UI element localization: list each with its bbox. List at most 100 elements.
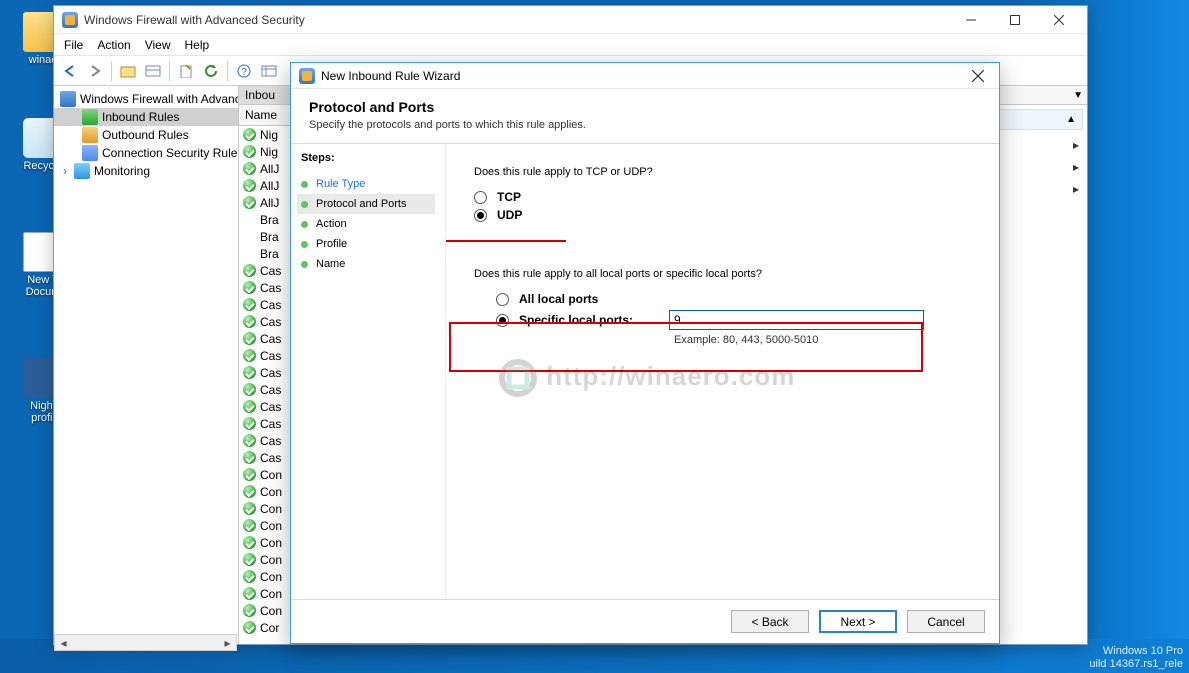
list-tab: Inbou [239, 86, 293, 105]
step-rule-type[interactable]: Rule Type [301, 174, 435, 194]
enabled-icon [243, 298, 256, 311]
list-item[interactable]: Con [239, 483, 293, 500]
enabled-icon [243, 162, 256, 175]
enabled-icon [243, 281, 256, 294]
enabled-icon [243, 451, 256, 464]
menu-file[interactable]: File [64, 38, 83, 52]
next-button[interactable]: Next > [819, 610, 897, 633]
tree-root[interactable]: Windows Firewall with Advance [54, 90, 238, 108]
question-protocol: Does this rule apply to TCP or UDP? [474, 166, 971, 178]
nav-back-button[interactable] [58, 59, 82, 83]
firewall-icon [299, 68, 315, 84]
wizard-steps: Steps: Rule Type Protocol and Ports Acti… [291, 144, 446, 599]
list-item[interactable]: Bra [239, 228, 293, 245]
titlebar[interactable]: Windows Firewall with Advanced Security [54, 6, 1087, 34]
menu-action[interactable]: Action [97, 38, 130, 52]
list-item[interactable]: Nig [239, 143, 293, 160]
list-item[interactable]: Con [239, 500, 293, 517]
column-name[interactable]: Name [239, 105, 293, 126]
tree-monitoring[interactable]: › Monitoring [54, 162, 238, 180]
tree-outbound[interactable]: Outbound Rules [54, 126, 238, 144]
step-protocol-ports[interactable]: Protocol and Ports [297, 194, 435, 214]
step-profile[interactable]: Profile [301, 234, 435, 254]
list-item[interactable]: Cas [239, 330, 293, 347]
enabled-icon [243, 128, 256, 141]
wizard-title: New Inbound Rule Wizard [321, 69, 963, 83]
properties-icon[interactable] [116, 59, 140, 83]
menu-view[interactable]: View [145, 38, 171, 52]
list-item[interactable]: Cas [239, 296, 293, 313]
list-item[interactable]: Bra [239, 211, 293, 228]
list-item[interactable]: AllJ [239, 160, 293, 177]
new-rule-icon[interactable] [257, 59, 281, 83]
blank-icon [243, 230, 256, 243]
list-item[interactable]: Con [239, 534, 293, 551]
enabled-icon [243, 604, 256, 617]
nav-tree: Windows Firewall with Advance Inbound Ru… [54, 86, 239, 644]
close-button[interactable] [1037, 7, 1081, 33]
list-item[interactable]: Con [239, 517, 293, 534]
tree-scrollbar[interactable]: ◂ ▸ [54, 634, 237, 651]
list-item[interactable]: Cas [239, 262, 293, 279]
enabled-icon [243, 196, 256, 209]
enabled-icon [243, 332, 256, 345]
menu-help[interactable]: Help [185, 38, 210, 52]
export-icon[interactable] [174, 59, 198, 83]
list-item[interactable]: Cas [239, 398, 293, 415]
tree-inbound[interactable]: Inbound Rules [54, 108, 238, 126]
connection-security-icon [82, 145, 98, 161]
scroll-left-icon[interactable]: ◂ [55, 635, 72, 650]
radio-udp[interactable]: UDP [474, 208, 971, 222]
list-item[interactable]: Cas [239, 449, 293, 466]
list-item[interactable]: Cas [239, 364, 293, 381]
enabled-icon [243, 349, 256, 362]
radio-all-ports[interactable]: All local ports [496, 292, 971, 306]
list-item[interactable]: Con [239, 466, 293, 483]
filter-icon[interactable] [141, 59, 165, 83]
enabled-icon [243, 587, 256, 600]
list-item[interactable]: AllJ [239, 194, 293, 211]
step-action[interactable]: Action [301, 214, 435, 234]
expand-toggle-icon[interactable]: › [60, 164, 70, 178]
enabled-icon [243, 621, 256, 634]
list-item[interactable]: Con [239, 602, 293, 619]
refresh-icon[interactable] [199, 59, 223, 83]
back-button[interactable]: < Back [731, 610, 809, 633]
maximize-button[interactable] [993, 7, 1037, 33]
wizard-close-button[interactable] [963, 64, 993, 88]
list-item[interactable]: Cas [239, 432, 293, 449]
list-item[interactable]: Cas [239, 381, 293, 398]
enabled-icon [243, 502, 256, 515]
wizard-subheading: Specify the protocols and ports to which… [309, 119, 981, 131]
radio-tcp[interactable]: TCP [474, 190, 971, 204]
actions-dropdown-icon[interactable]: ▼ [1073, 90, 1083, 101]
list-item[interactable]: Cor [239, 619, 293, 636]
list-item[interactable]: Cas [239, 279, 293, 296]
chevron-up-icon: ▲ [1066, 114, 1076, 125]
list-item[interactable]: AllJ [239, 177, 293, 194]
minimize-button[interactable] [949, 7, 993, 33]
list-item[interactable]: Cas [239, 415, 293, 432]
step-name[interactable]: Name [301, 254, 435, 274]
wizard-header: Protocol and Ports Specify the protocols… [291, 89, 999, 143]
enabled-icon [243, 570, 256, 583]
nav-fwd-button[interactable] [83, 59, 107, 83]
list-item[interactable]: Bra [239, 245, 293, 262]
list-item[interactable]: Con [239, 551, 293, 568]
scroll-right-icon[interactable]: ▸ [219, 635, 236, 650]
list-item[interactable]: Cas [239, 313, 293, 330]
chevron-right-icon: ▸ [1073, 182, 1079, 196]
step-dot-icon [301, 221, 308, 228]
rules-list: Inbou Name NigNigAllJAllJAllJBraBraBraCa… [239, 86, 294, 644]
list-item[interactable]: Nig [239, 126, 293, 143]
wizard-titlebar[interactable]: New Inbound Rule Wizard [291, 63, 999, 89]
help-icon[interactable]: ? [232, 59, 256, 83]
cancel-button[interactable]: Cancel [907, 610, 985, 633]
chevron-right-icon: ▸ [1073, 138, 1079, 152]
enabled-icon [243, 519, 256, 532]
list-item[interactable]: Con [239, 585, 293, 602]
tree-connection-security[interactable]: Connection Security Rules [54, 144, 238, 162]
list-item[interactable]: Cas [239, 347, 293, 364]
list-item[interactable]: Con [239, 568, 293, 585]
steps-label: Steps: [301, 152, 435, 164]
